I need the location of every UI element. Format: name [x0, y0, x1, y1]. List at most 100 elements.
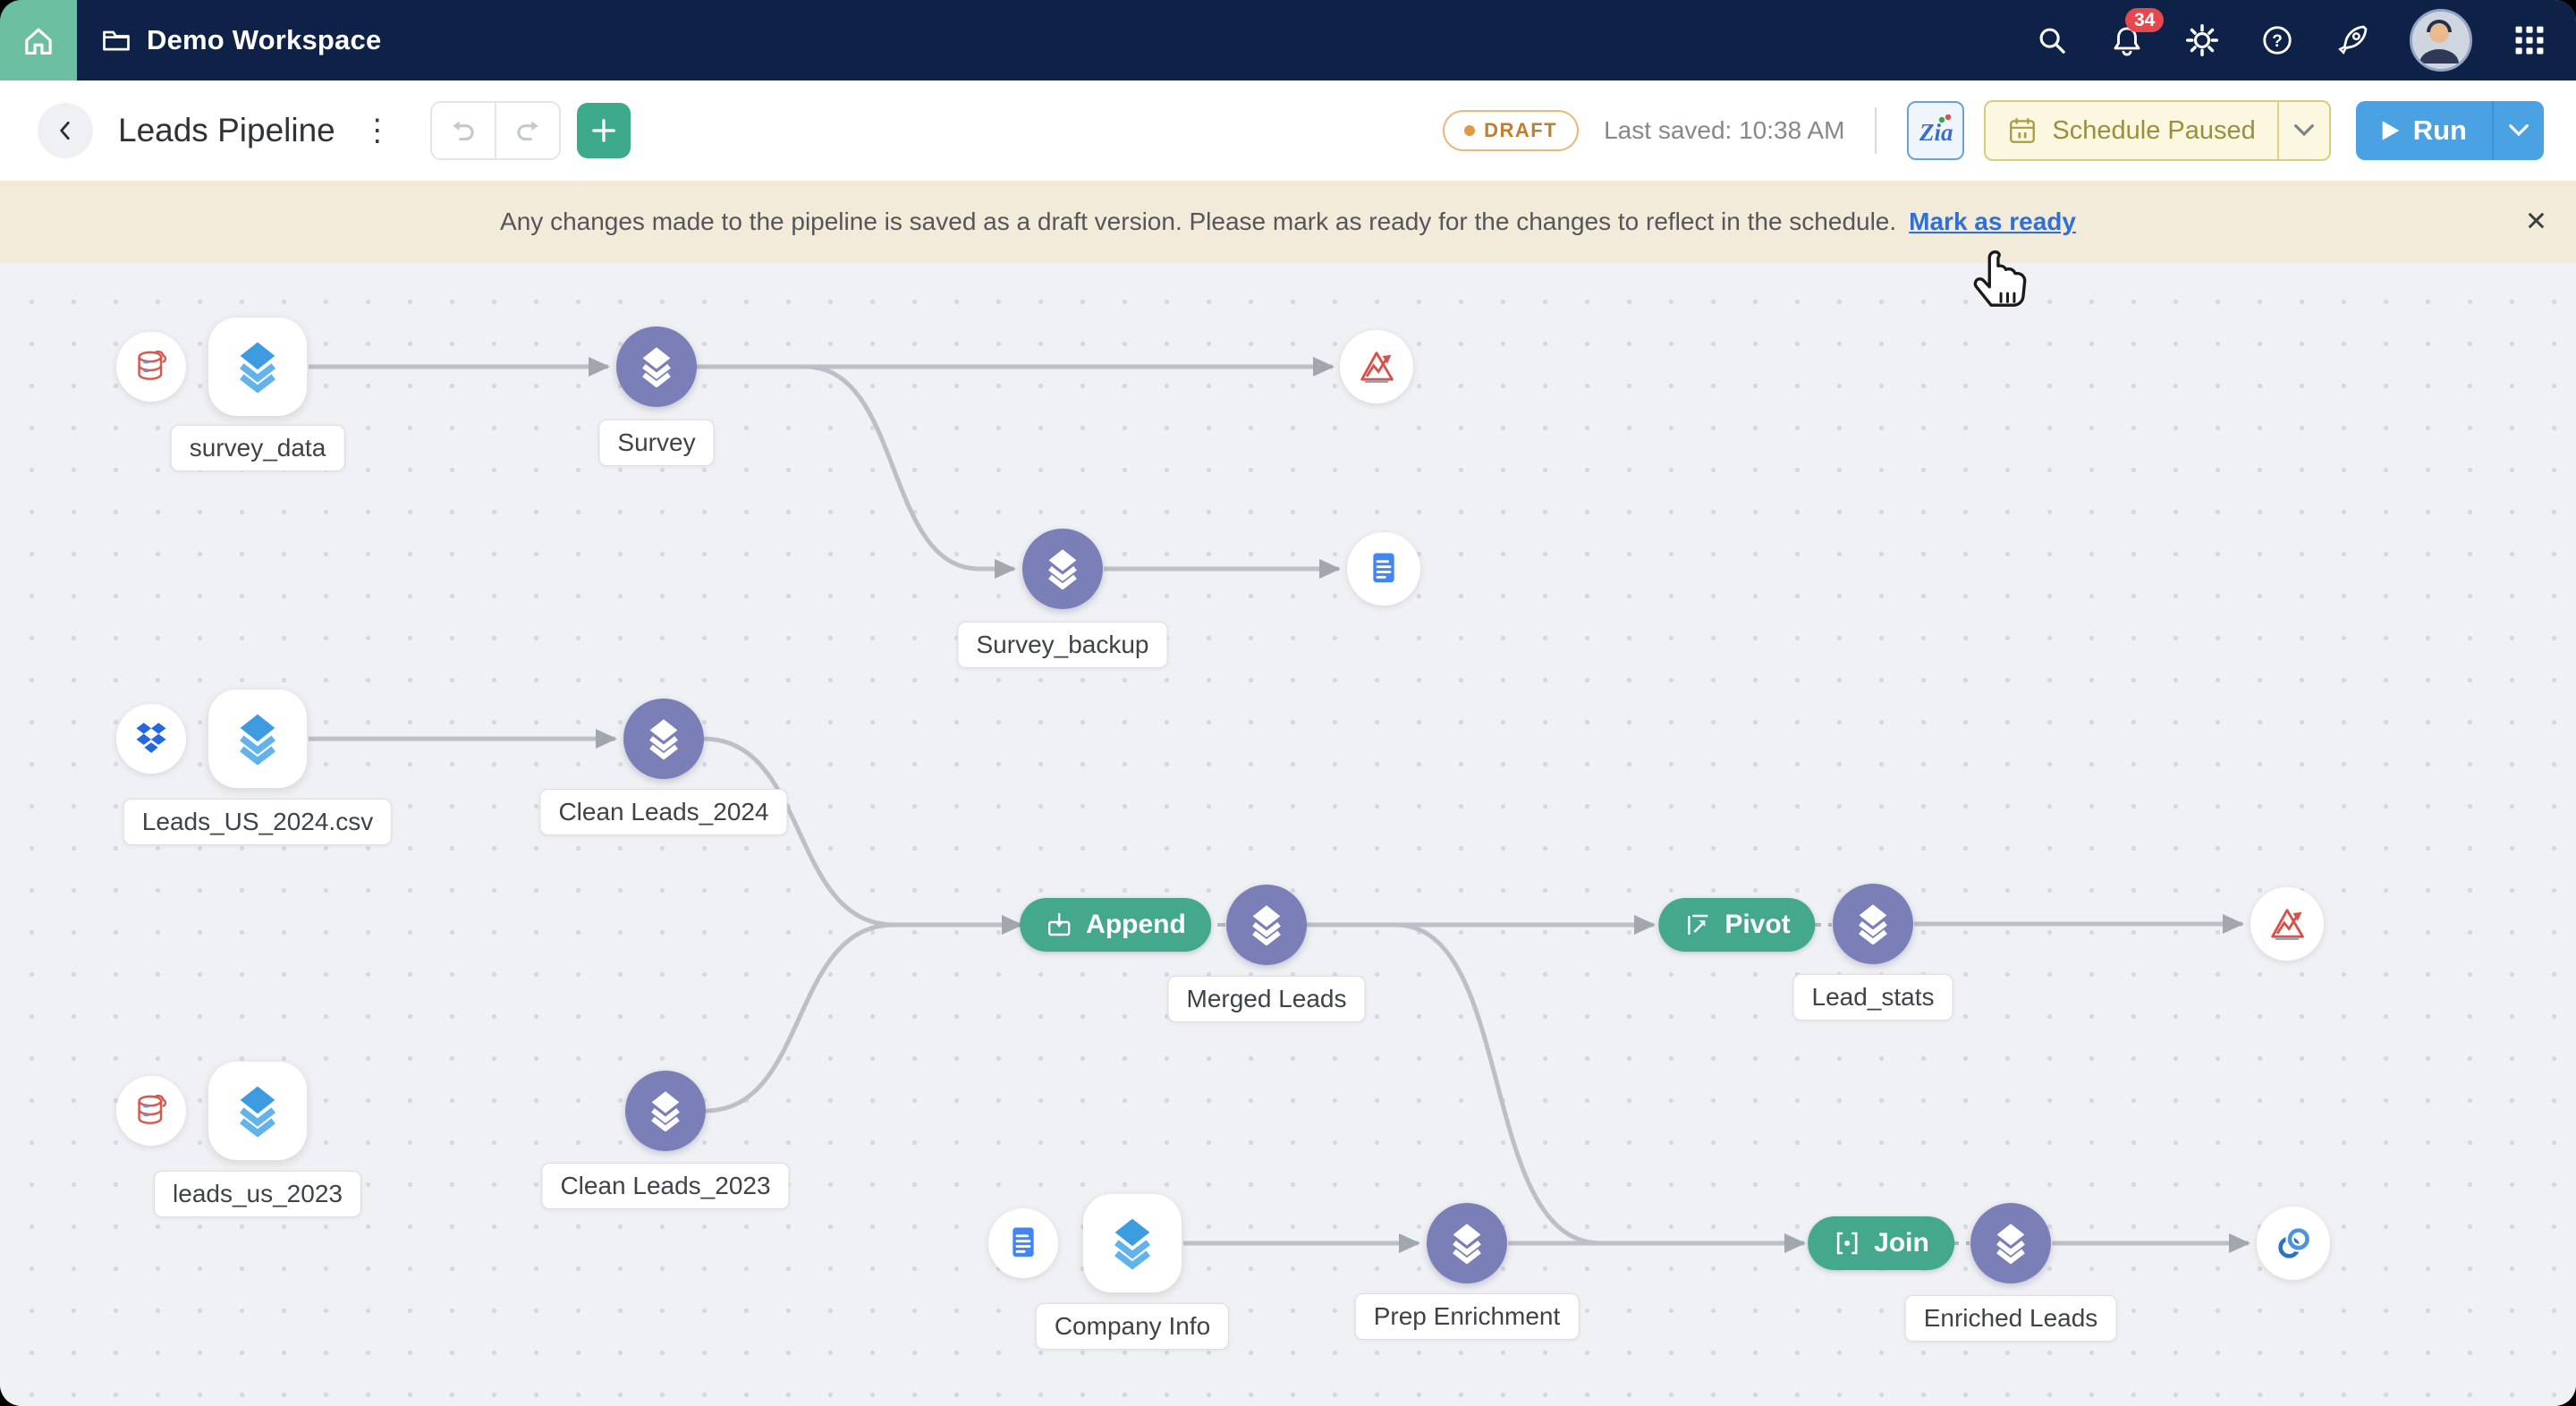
dataset-node-leads-us-2024[interactable]	[208, 690, 307, 788]
page-title: Leads Pipeline	[118, 112, 335, 148]
stage-node-survey[interactable]	[616, 326, 697, 407]
transform-node-pivot[interactable]: Pivot	[1658, 898, 1816, 952]
run-button-group: Run	[2355, 101, 2544, 160]
node-label[interactable]: Lead_stats	[1792, 974, 1953, 1021]
workspace-switcher[interactable]: Demo Workspace	[100, 24, 381, 56]
rocket-icon	[2338, 25, 2368, 55]
destination-node-crm[interactable]	[2257, 1207, 2330, 1280]
node-label[interactable]: survey_data	[170, 425, 345, 471]
banner-message: Any changes made to the pipeline is save…	[500, 208, 1897, 235]
layers-icon	[636, 346, 677, 387]
layers-icon	[643, 718, 684, 759]
gear-icon	[2186, 24, 2218, 56]
stage-node-clean-leads-2024[interactable]	[623, 699, 704, 779]
toolbar-right: DRAFT Last saved: 10:38 AM Zia Schedule …	[1443, 100, 2576, 161]
zia-icon: Zia	[1919, 114, 1953, 146]
node-label[interactable]: Survey	[598, 419, 715, 466]
draft-label: DRAFT	[1484, 119, 1558, 141]
draft-dot	[1464, 125, 1476, 136]
toolbar-divider	[1875, 107, 1877, 154]
apps-menu-button[interactable]	[2512, 22, 2547, 58]
analytics-icon	[1360, 352, 1394, 383]
destination-node-analytics-1[interactable]	[1340, 330, 1413, 403]
node-label[interactable]: Merged Leads	[1167, 976, 1366, 1022]
notifications-button[interactable]: 34	[2109, 8, 2165, 58]
help-button[interactable]: ?	[2259, 22, 2295, 58]
zia-assistant-button[interactable]: Zia	[1907, 101, 1965, 160]
destination-node-analytics-2[interactable]	[2250, 887, 2324, 961]
search-button[interactable]	[2034, 22, 2070, 58]
chevron-down-icon	[2509, 124, 2529, 137]
more-options-button[interactable]: ⋮	[362, 114, 393, 146]
dataset-node-survey-data[interactable]	[208, 318, 307, 416]
source-connector-leads-us-2023[interactable]	[116, 1076, 186, 1146]
stage-node-survey-backup[interactable]	[1022, 529, 1103, 609]
calendar-pause-icon	[2010, 118, 2036, 143]
stage-node-enriched-leads[interactable]	[1970, 1203, 2051, 1283]
transform-label: Append	[1086, 910, 1186, 939]
home-button[interactable]	[0, 0, 77, 80]
app-window: Demo Workspace 34 ? Leads Pipeline ⋮ DRA…	[0, 0, 2576, 1406]
node-label[interactable]: leads_us_2023	[154, 1171, 361, 1217]
help-icon: ?	[2263, 26, 2292, 55]
status-badge: DRAFT	[1443, 110, 1580, 151]
append-icon	[1047, 913, 1071, 936]
stage-node-prep-enrichment[interactable]	[1427, 1203, 1507, 1283]
undo-button[interactable]	[431, 103, 495, 158]
chevron-left-icon	[60, 121, 70, 140]
schedule-dropdown-button[interactable]	[2276, 102, 2329, 159]
avatar-image	[2412, 12, 2466, 65]
run-button[interactable]: Run	[2356, 101, 2492, 160]
search-icon	[2039, 28, 2065, 54]
schedule-button[interactable]: Schedule Paused	[1986, 102, 2276, 159]
redo-button[interactable]	[494, 103, 559, 158]
node-label[interactable]: Enriched Leads	[1904, 1295, 2117, 1342]
stage-node-merged-leads[interactable]	[1226, 885, 1307, 965]
play-icon	[2382, 121, 2400, 140]
node-label[interactable]: Company Info	[1035, 1303, 1230, 1350]
add-node-button[interactable]	[576, 103, 631, 158]
undo-redo-group	[429, 101, 561, 160]
stage-node-lead-stats[interactable]	[1833, 884, 1913, 964]
back-button[interactable]	[38, 103, 93, 158]
run-dropdown-button[interactable]	[2492, 101, 2544, 160]
transform-node-append[interactable]: Append	[1020, 898, 1211, 952]
database-cloud-icon	[138, 350, 167, 380]
schedule-label: Schedule Paused	[2052, 115, 2256, 145]
node-label[interactable]: Clean Leads_2023	[541, 1163, 790, 1209]
database-cloud-icon	[138, 1094, 167, 1124]
layers-icon	[1990, 1223, 2031, 1264]
source-connector-survey-data[interactable]	[116, 332, 186, 402]
dropbox-icon	[136, 723, 166, 753]
source-connector-dropbox[interactable]	[116, 704, 186, 774]
node-label[interactable]: Survey_backup	[957, 622, 1168, 668]
run-label: Run	[2412, 114, 2467, 146]
draft-notice-banner: Any changes made to the pipeline is save…	[0, 181, 2576, 263]
node-label[interactable]: Prep Enrichment	[1354, 1293, 1580, 1340]
dataset-node-leads-us-2023[interactable]	[208, 1062, 307, 1160]
pipeline-canvas[interactable]: survey_data Survey Survey_backup Leads_U…	[0, 263, 2576, 1406]
layers-icon	[645, 1090, 686, 1131]
join-icon	[1836, 1232, 1858, 1255]
top-navbar: Demo Workspace 34 ?	[0, 0, 2576, 80]
whats-new-button[interactable]	[2334, 22, 2370, 58]
notification-badge: 34	[2125, 8, 2165, 32]
last-saved-text: Last saved: 10:38 AM	[1604, 116, 1845, 144]
destination-node-document-1[interactable]	[1347, 532, 1420, 606]
layers-icon	[1106, 1217, 1158, 1269]
chevron-down-icon	[2293, 124, 2314, 137]
undo-icon	[453, 121, 474, 141]
user-avatar[interactable]	[2410, 9, 2472, 72]
crm-icon	[2278, 1226, 2312, 1258]
svg-text:?: ?	[2272, 32, 2283, 51]
settings-button[interactable]	[2184, 22, 2220, 58]
banner-close-button[interactable]: ✕	[2525, 207, 2547, 238]
stage-node-clean-leads-2023[interactable]	[625, 1071, 706, 1151]
transform-node-join[interactable]: Join	[1808, 1216, 1954, 1270]
node-label[interactable]: Clean Leads_2024	[539, 789, 788, 835]
dataset-node-company-info[interactable]	[1083, 1194, 1182, 1292]
document-icon	[1373, 553, 1394, 583]
node-label[interactable]: Leads_US_2024.csv	[123, 799, 393, 845]
source-connector-company-info[interactable]	[988, 1208, 1058, 1278]
mark-as-ready-link[interactable]: Mark as ready	[1909, 208, 2076, 236]
